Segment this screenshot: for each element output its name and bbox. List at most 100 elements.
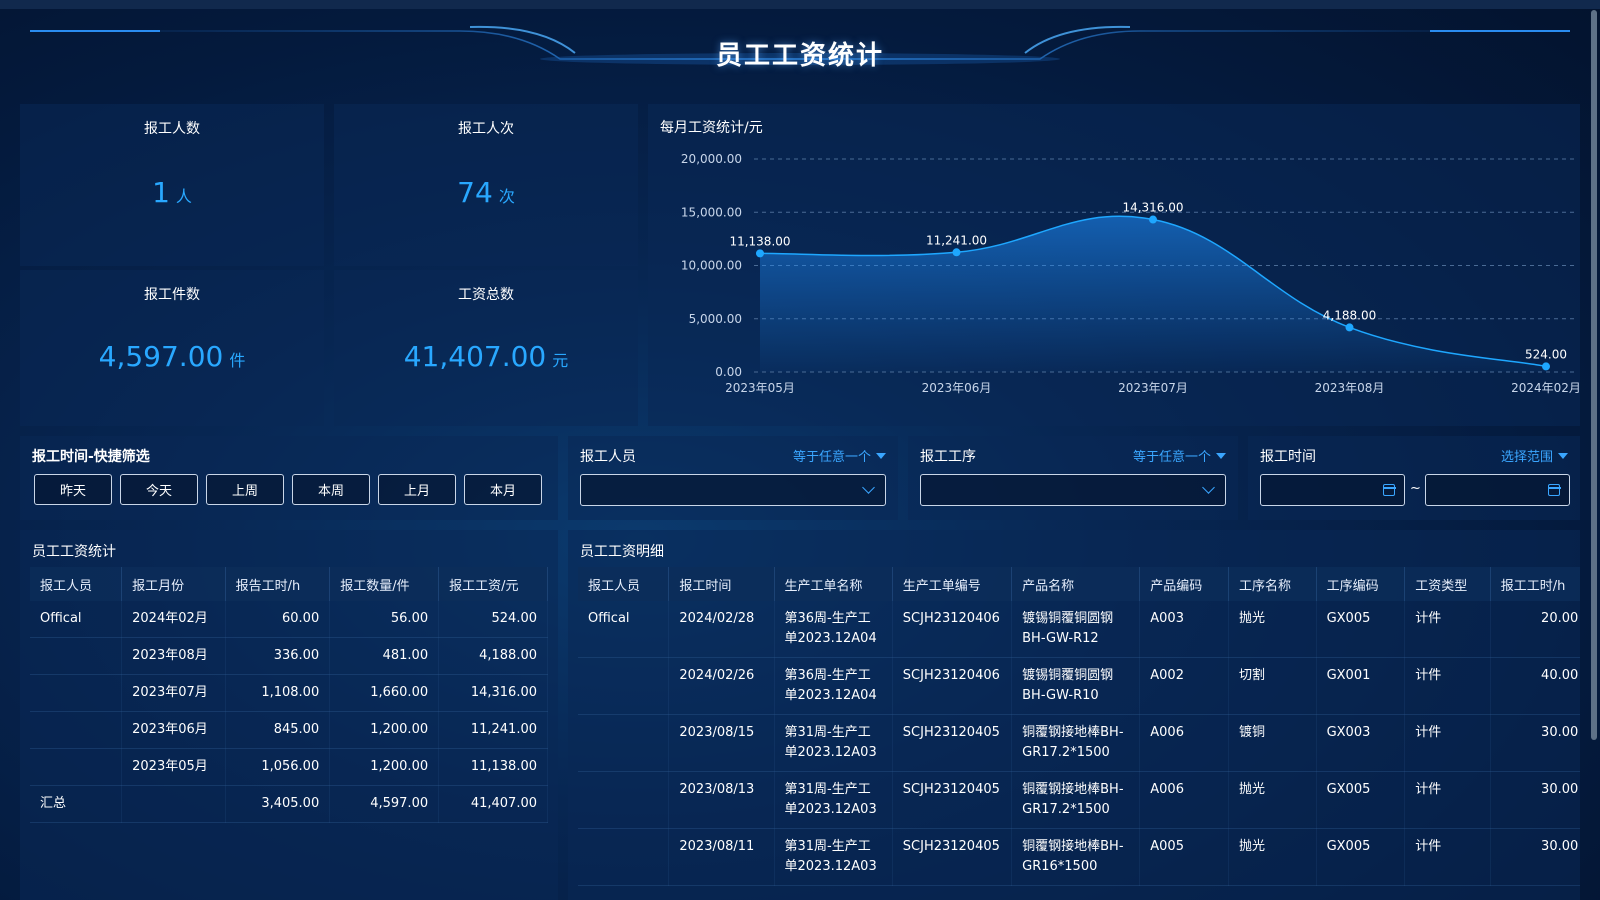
data-point xyxy=(1149,215,1157,224)
cell-process-name: 抛光 xyxy=(1228,828,1317,886)
x-tick-label: 2023年05月 xyxy=(725,381,795,395)
cell-person: Offical xyxy=(30,601,123,638)
data-point xyxy=(952,248,961,257)
column-header-process-name[interactable]: 工序名称 xyxy=(1228,567,1317,601)
quick-filter-last-month-button[interactable]: 上月 xyxy=(378,474,456,505)
column-header-product-name[interactable]: 产品名称 xyxy=(1011,567,1141,601)
cell-person: Offical xyxy=(578,601,670,658)
table-row[interactable]: 2023/08/13 第31周-生产工单2023.12A03 SCJH2312040… xyxy=(578,771,1580,829)
column-header-person[interactable]: 报工人员 xyxy=(30,567,123,601)
start-date-input[interactable] xyxy=(1260,474,1405,506)
column-header-process-code[interactable]: 工序编码 xyxy=(1316,567,1406,601)
summary-table: 报工人员 报工月份 报告工时/h 报工数量/件 报工工资/元 Offical 2024年0… xyxy=(30,567,548,823)
chevron-down-icon xyxy=(862,481,875,494)
cell-wage-type: 计件 xyxy=(1404,771,1491,829)
x-tick-label: 2024年02月 xyxy=(1511,381,1580,395)
process-filter-operator[interactable]: 等于任意一个 xyxy=(1133,446,1226,465)
column-header-order-name[interactable]: 生产工单名称 xyxy=(774,567,893,601)
column-header-hours[interactable]: 报工工时/h xyxy=(1490,567,1580,601)
column-header-time[interactable]: 报工时间 xyxy=(668,567,775,601)
cell-product-name: 镀锡铜覆铜圆钢BH-GW-R12 xyxy=(1011,601,1141,658)
stat-number: 4,597.00 xyxy=(98,340,224,373)
cell-product-code: A006 xyxy=(1139,714,1229,772)
cell-month: 2023年06月 xyxy=(121,711,226,749)
quick-filter-last-week-button[interactable]: 上周 xyxy=(206,474,284,505)
page-scrollbar[interactable] xyxy=(1591,10,1597,740)
table-row[interactable]: 2024/02/26 第36周-生产工单2023.12A04 SCJH2312040… xyxy=(578,657,1580,715)
column-header-hours[interactable]: 报告工时/h xyxy=(225,567,331,601)
y-tick-label: 15,000.00 xyxy=(681,205,742,219)
table-row[interactable]: 2023年06月 845.00 1,200.00 11,241.00 xyxy=(30,711,548,749)
column-header-wage[interactable]: 报工工资/元 xyxy=(438,567,548,601)
cell-person xyxy=(30,711,123,749)
cell-hours: 1,108.00 xyxy=(225,674,331,712)
cell-time: 2023/08/11 xyxy=(668,828,775,886)
stat-card-reports: 报工人次 74 次 xyxy=(334,104,638,266)
column-header-product-code[interactable]: 产品编码 xyxy=(1139,567,1229,601)
y-tick-label: 10,000.00 xyxy=(681,259,742,273)
cell-product-name: 镀锡铜覆铜圆钢BH-GW-R10 xyxy=(1011,657,1141,715)
stat-value: 41,407.00 元 xyxy=(334,340,638,373)
table-row[interactable]: 汇总 3,405.00 4,597.00 41,407.00 xyxy=(30,785,548,823)
cell-wage-type: 计件 xyxy=(1404,714,1491,772)
cell-product-code: A005 xyxy=(1139,828,1229,886)
column-header-person[interactable]: 报工人员 xyxy=(578,567,670,601)
cell-hours: 30.00 xyxy=(1490,714,1580,772)
data-point xyxy=(1542,362,1550,371)
stat-card-pieces: 报工件数 4,597.00 件 xyxy=(20,270,324,426)
cell-hours: 30.00 xyxy=(1490,771,1580,829)
cell-person xyxy=(30,748,123,786)
person-filter-operator[interactable]: 等于任意一个 xyxy=(793,446,886,465)
monthly-wage-chart-panel: 每月工资统计/元 0.00 5,000.00 10,000.00 15,000.00 2… xyxy=(648,104,1580,426)
person-select[interactable] xyxy=(580,474,886,506)
cell-hours: 845.00 xyxy=(225,711,331,749)
cell-product-code: A006 xyxy=(1139,771,1229,829)
table-row[interactable]: 2023年05月 1,056.00 1,200.00 11,138.00 xyxy=(30,748,548,786)
x-tick-label: 2023年06月 xyxy=(922,381,992,395)
cell-wage-type: 计件 xyxy=(1404,601,1491,658)
time-filter-operator[interactable]: 选择范围 xyxy=(1501,446,1568,465)
end-date-input[interactable] xyxy=(1425,474,1570,506)
column-header-wage-type[interactable]: 工资类型 xyxy=(1404,567,1491,601)
table-row[interactable]: 2023年07月 1,108.00 1,660.00 14,316.00 xyxy=(30,674,548,712)
cell-order-name: 第31周-生产工单2023.12A03 xyxy=(774,771,893,829)
quick-filter-this-month-button[interactable]: 本月 xyxy=(464,474,542,505)
y-tick-label: 20,000.00 xyxy=(681,152,742,166)
process-select[interactable] xyxy=(920,474,1226,506)
cell-time: 2023/08/13 xyxy=(668,771,775,829)
table-row[interactable]: Offical 2024年02月 60.00 56.00 524.00 xyxy=(30,601,548,638)
stat-value: 4,597.00 件 xyxy=(20,340,324,373)
cell-hours: 20.00 xyxy=(1490,601,1580,658)
table-row[interactable]: Offical 2024/02/28 第36周-生产工单2023.12A04 SCJH… xyxy=(578,601,1580,658)
quick-filter-yesterday-button[interactable]: 昨天 xyxy=(34,474,112,505)
time-filter-panel: 报工时间 选择范围 ~ xyxy=(1248,436,1580,520)
quick-filter-this-week-button[interactable]: 本周 xyxy=(292,474,370,505)
cell-month: 2023年07月 xyxy=(121,674,226,712)
cell-hours: 336.00 xyxy=(225,637,331,675)
table-row[interactable]: 2023/08/15 第31周-生产工单2023.12A03 SCJH2312040… xyxy=(578,714,1580,772)
table-row[interactable]: 2023年08月 336.00 481.00 4,188.00 xyxy=(30,637,548,675)
column-header-quantity[interactable]: 报工数量/件 xyxy=(329,567,440,601)
monthly-wage-chart: 0.00 5,000.00 10,000.00 15,000.00 20,000.00 1… xyxy=(681,152,1580,395)
cell-hours: 3,405.00 xyxy=(225,785,331,823)
quick-filter-today-button[interactable]: 今天 xyxy=(120,474,198,505)
cell-product-code: A003 xyxy=(1139,601,1229,658)
cell-process-code: GX005 xyxy=(1316,828,1406,886)
cell-person xyxy=(30,674,123,712)
caret-down-icon xyxy=(876,452,886,459)
cell-process-code: GX005 xyxy=(1316,771,1406,829)
person-filter-label: 报工人员 xyxy=(580,449,636,465)
cell-process-name: 切割 xyxy=(1228,657,1317,715)
column-header-order-no[interactable]: 生产工单编号 xyxy=(892,567,1013,601)
cell-order-no: SCJH23120406 xyxy=(892,601,1013,658)
cell-order-name: 第31周-生产工单2023.12A03 xyxy=(774,714,893,772)
cell-process-code: GX005 xyxy=(1316,601,1406,658)
column-header-month[interactable]: 报工月份 xyxy=(121,567,226,601)
stat-number: 74 xyxy=(457,176,493,209)
date-range-separator: ~ xyxy=(1410,481,1421,496)
stat-number: 41,407.00 xyxy=(403,340,547,373)
stat-unit: 件 xyxy=(229,351,246,370)
cell-order-no: SCJH23120405 xyxy=(892,714,1013,772)
table-row[interactable]: 2023/08/11 第31周-生产工单2023.12A03 SCJH2312040… xyxy=(578,828,1580,886)
cell-person xyxy=(578,657,670,715)
